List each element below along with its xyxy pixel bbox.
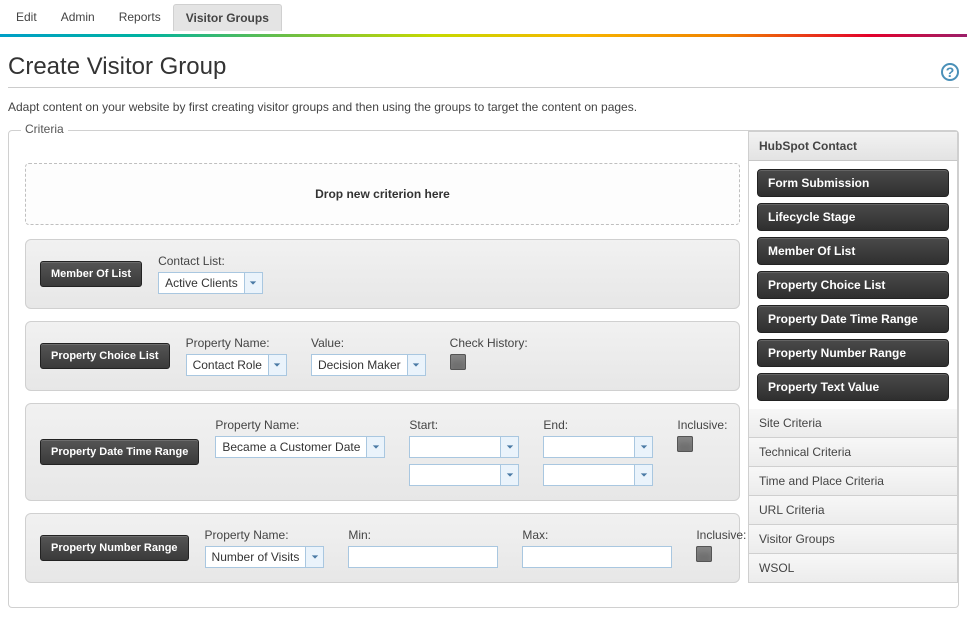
palette-category-visitor-groups[interactable]: Visitor Groups	[748, 525, 958, 554]
field-label: Property Name:	[205, 528, 325, 542]
page-hint: Adapt content on your website by first c…	[8, 100, 959, 114]
min-input[interactable]	[348, 546, 498, 568]
property-name-combo[interactable]: Number of Visits	[205, 546, 325, 568]
field-label: End:	[543, 418, 653, 432]
tab-reports[interactable]: Reports	[107, 4, 173, 31]
criterion-badge[interactable]: Member Of List	[40, 261, 142, 287]
field-label: Start:	[409, 418, 519, 432]
criterion-property-number-range: Property Number Range Property Name: Numbe…	[25, 513, 740, 583]
palette-item-property-text-value[interactable]: Property Text Value	[757, 373, 949, 401]
end-1-combo[interactable]	[543, 436, 653, 458]
criteria-fieldset: Criteria Drop new criterion here Member …	[8, 130, 959, 608]
tab-visitor-groups[interactable]: Visitor Groups	[173, 4, 282, 31]
property-name-combo[interactable]: Contact Role	[186, 354, 287, 376]
palette-item-property-date-time-range[interactable]: Property Date Time Range	[757, 305, 949, 333]
top-tabs: EditAdminReportsVisitor Groups	[0, 0, 967, 34]
palette-category-url-criteria[interactable]: URL Criteria	[748, 496, 958, 525]
tab-admin[interactable]: Admin	[49, 4, 107, 31]
max-input[interactable]	[522, 546, 672, 568]
accent-bar	[0, 34, 967, 37]
start-1-combo[interactable]	[409, 436, 519, 458]
palette-category-site-criteria[interactable]: Site Criteria	[748, 409, 958, 438]
start-2-combo[interactable]	[409, 464, 519, 486]
criterion-property-date-time-range: Property Date Time Range Property Name: Be…	[25, 403, 740, 501]
page-title: Create Visitor Group	[8, 53, 226, 81]
field-label: Property Name:	[215, 418, 385, 432]
check-history-checkbox[interactable]	[450, 354, 466, 370]
criterion-property-choice-list: Property Choice List Property Name: Contac…	[25, 321, 740, 391]
palette-item-member-of-list[interactable]: Member Of List	[757, 237, 949, 265]
field-label: Inclusive:	[677, 418, 727, 432]
chevron-down-icon[interactable]	[500, 437, 518, 457]
field-label: Property Name:	[186, 336, 287, 350]
criterion-badge[interactable]: Property Date Time Range	[40, 439, 199, 465]
field-label: Check History:	[450, 336, 528, 350]
inclusive-checkbox[interactable]	[677, 436, 693, 452]
criteria-dropzone[interactable]: Drop new criterion here	[25, 163, 740, 225]
help-icon[interactable]: ?	[941, 63, 959, 81]
field-label: Contact List:	[158, 254, 263, 268]
chevron-down-icon[interactable]	[305, 547, 323, 567]
field-label: Max:	[522, 528, 672, 542]
chevron-down-icon[interactable]	[407, 355, 425, 375]
chevron-down-icon[interactable]	[634, 465, 652, 485]
palette-category-time-and-place-criteria[interactable]: Time and Place Criteria	[748, 467, 958, 496]
chevron-down-icon[interactable]	[500, 465, 518, 485]
palette-item-property-number-range[interactable]: Property Number Range	[757, 339, 949, 367]
contact-list-combo[interactable]: Active Clients	[158, 272, 263, 294]
palette-item-form-submission[interactable]: Form Submission	[757, 169, 949, 197]
chevron-down-icon[interactable]	[268, 355, 286, 375]
criterion-badge[interactable]: Property Choice List	[40, 343, 170, 369]
end-2-combo[interactable]	[543, 464, 653, 486]
inclusive-checkbox[interactable]	[696, 546, 712, 562]
property-name-combo[interactable]: Became a Customer Date	[215, 436, 385, 458]
chevron-down-icon[interactable]	[634, 437, 652, 457]
criteria-legend: Criteria	[21, 122, 68, 136]
chevron-down-icon[interactable]	[244, 273, 262, 293]
criteria-palette: HubSpot Contact Form Submission Lifecycle…	[748, 131, 958, 607]
criterion-member-of-list: Member Of List Contact List: Active Client…	[25, 239, 740, 309]
field-label: Inclusive:	[696, 528, 746, 542]
criterion-badge[interactable]: Property Number Range	[40, 535, 189, 561]
palette-item-property-choice-list[interactable]: Property Choice List	[757, 271, 949, 299]
palette-category-wsol[interactable]: WSOL	[748, 554, 958, 583]
field-label: Min:	[348, 528, 498, 542]
field-label: Value:	[311, 336, 426, 350]
value-combo[interactable]: Decision Maker	[311, 354, 426, 376]
palette-header[interactable]: HubSpot Contact	[748, 131, 958, 161]
chevron-down-icon[interactable]	[366, 437, 384, 457]
palette-item-lifecycle-stage[interactable]: Lifecycle Stage	[757, 203, 949, 231]
tab-edit[interactable]: Edit	[4, 4, 49, 31]
palette-category-technical-criteria[interactable]: Technical Criteria	[748, 438, 958, 467]
